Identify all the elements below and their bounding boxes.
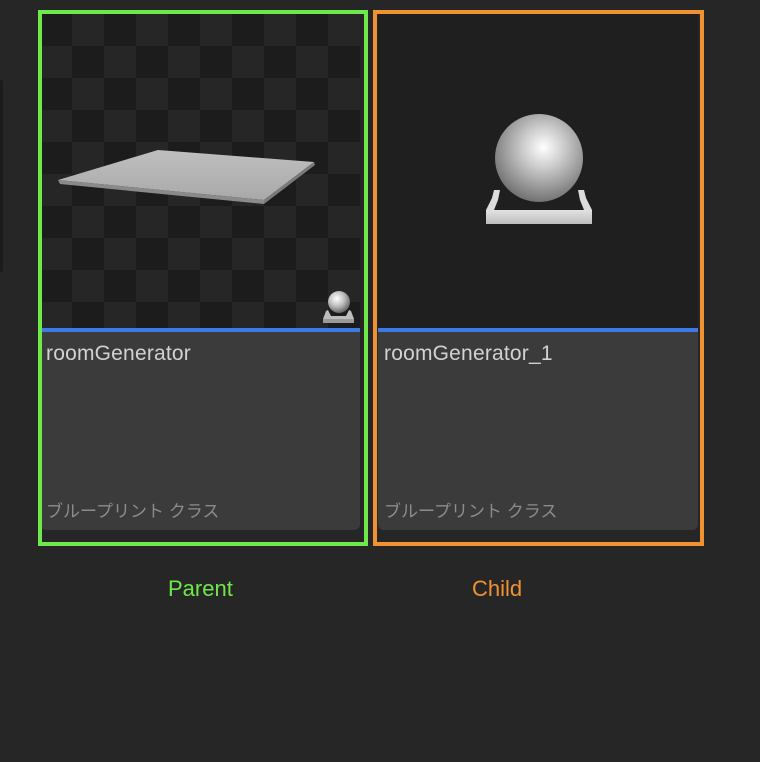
content-browser-area: roomGenerator ブループリント クラス roomGenerator_…	[0, 0, 760, 762]
asset-type-label: ブループリント クラス	[384, 502, 558, 521]
asset-type-accent-line	[378, 328, 698, 332]
asset-name: roomGenerator	[46, 342, 191, 365]
panel-edge-tab[interactable]	[0, 80, 3, 272]
asset-type-label: ブループリント クラス	[46, 502, 220, 521]
actor-blueprint-sphere-icon	[486, 114, 592, 224]
asset-tile-child[interactable]: roomGenerator_1 ブループリント クラス	[378, 14, 698, 530]
asset-thumbnail	[40, 14, 360, 328]
asset-thumbnail	[378, 14, 698, 328]
asset-tile-parent[interactable]: roomGenerator ブループリント クラス	[40, 14, 360, 530]
asset-type-accent-line	[40, 328, 360, 332]
child-caption: Child	[472, 576, 523, 601]
asset-name: roomGenerator_1	[384, 342, 553, 365]
actor-component-icon	[323, 291, 354, 323]
parent-caption: Parent	[168, 576, 233, 601]
